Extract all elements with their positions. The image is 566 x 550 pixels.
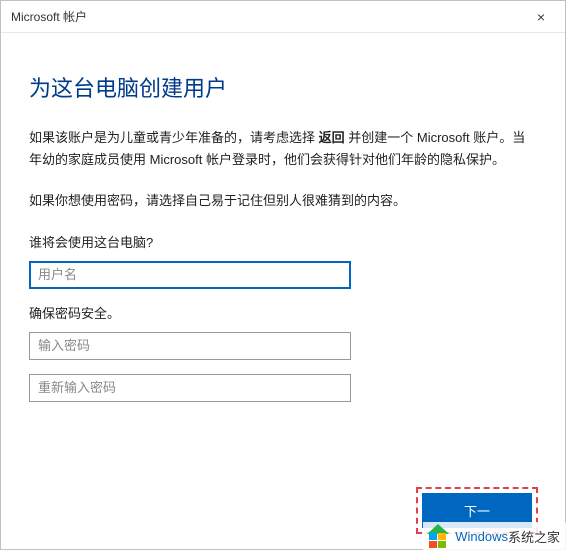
footer: 下一 — [416, 487, 538, 534]
back-link-text[interactable]: 返回 — [319, 130, 345, 145]
secure-password-label: 确保密码安全。 — [29, 303, 537, 322]
next-button-highlight: 下一 — [416, 487, 538, 534]
titlebar: Microsoft 帐户 × — [1, 1, 565, 33]
dialog-window: Microsoft 帐户 × 为这台电脑创建用户 如果该账户是为儿童或青少年准备… — [0, 0, 566, 550]
content-area: 为这台电脑创建用户 如果该账户是为儿童或青少年准备的，请考虑选择 返回 并创建一… — [1, 33, 565, 549]
confirm-password-input[interactable] — [29, 374, 351, 402]
description-text: 如果该账户是为儿童或青少年准备的，请考虑选择 返回 并创建一个 Microsof… — [29, 127, 537, 171]
password-note: 如果你想使用密码，请选择自己易于记住但别人很难猜到的内容。 — [29, 191, 537, 212]
page-heading: 为这台电脑创建用户 — [29, 71, 537, 103]
window-title: Microsoft 帐户 — [11, 8, 87, 25]
close-icon: × — [537, 9, 545, 25]
password-input[interactable] — [29, 332, 351, 360]
close-button[interactable]: × — [521, 2, 561, 32]
username-input[interactable] — [29, 261, 351, 289]
next-button[interactable]: 下一 — [422, 493, 532, 528]
who-uses-label: 谁将会使用这台电脑? — [29, 232, 537, 251]
description-pre: 如果该账户是为儿童或青少年准备的，请考虑选择 — [29, 130, 319, 145]
